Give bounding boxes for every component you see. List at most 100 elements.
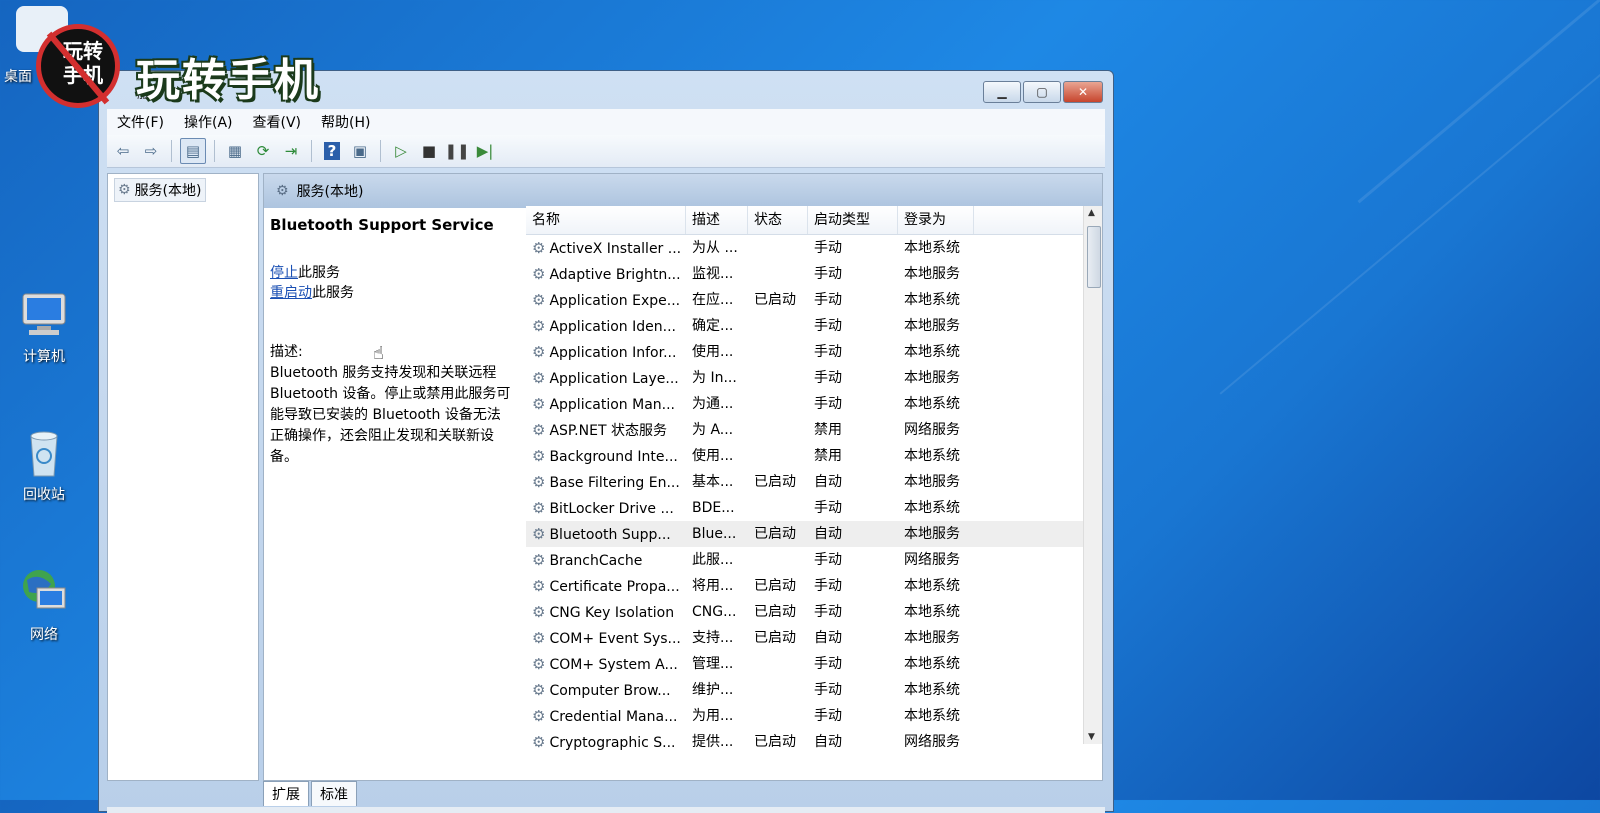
column-header-description[interactable]: 描述 bbox=[686, 206, 748, 234]
scroll-up-icon[interactable]: ▲ bbox=[1088, 208, 1095, 218]
service-name-cell: ⚙ BitLocker Drive ... bbox=[526, 495, 686, 521]
service-name: Bluetooth Support Service bbox=[270, 216, 494, 234]
table-row[interactable]: ⚙ Certificate Propa... 将用... 已启动 手动 本地系统 bbox=[526, 573, 1100, 599]
help-button[interactable]: ? bbox=[320, 139, 344, 163]
desktop-icon-network[interactable]: 网络 bbox=[4, 566, 84, 644]
show-tree-button[interactable]: ▤ bbox=[180, 138, 206, 164]
scroll-down-icon[interactable]: ▼ bbox=[1088, 732, 1095, 742]
table-row[interactable]: ⚙ Adaptive Brightn... 监视... 手动 本地服务 bbox=[526, 261, 1100, 287]
scroll-thumb[interactable] bbox=[1087, 226, 1101, 288]
table-row[interactable]: ⚙ Cryptographic S... 提供... 已启动 自动 网络服务 bbox=[526, 729, 1100, 755]
service-description-cell: 维护... bbox=[692, 682, 734, 698]
table-row[interactable]: ⚙ Base Filtering En... 基本... 已启动 自动 本地服务 bbox=[526, 469, 1100, 495]
menu-view[interactable]: 查看(V) bbox=[243, 112, 312, 132]
table-row[interactable]: ⚙ Background Inte... 使用... 禁用 本地系统 bbox=[526, 443, 1100, 469]
help-icon: ? bbox=[323, 142, 341, 160]
tree-item-services-local[interactable]: ⚙ 服务(本地) bbox=[114, 178, 206, 202]
gear-icon: ⚙ bbox=[532, 733, 546, 751]
start-service-button[interactable]: ▷ bbox=[389, 139, 413, 163]
window-controls: ▁ ▢ ✕ bbox=[983, 81, 1103, 103]
table-row[interactable]: ⚙ CNG Key Isolation CNG... 已启动 手动 本地系统 bbox=[526, 599, 1100, 625]
service-name-text: Computer Brow... bbox=[549, 683, 671, 699]
table-row[interactable]: ⚙ Bluetooth Supp... Blue... 已启动 自动 本地服务 bbox=[526, 521, 1100, 547]
restart-service-link[interactable]: 重启动 bbox=[270, 285, 312, 301]
service-description-cell: 为从 ... bbox=[692, 240, 738, 256]
service-logon-cell: 本地服务 bbox=[904, 474, 960, 490]
service-status-cell bbox=[748, 235, 808, 261]
service-status-cell: 已启动 bbox=[754, 526, 796, 542]
restart-service-button[interactable]: ▶| bbox=[473, 139, 497, 163]
view-icon: ▣ bbox=[352, 142, 368, 160]
table-row[interactable]: ⚙ ASP.NET 状态服务为 A... 禁用 网络服务 bbox=[526, 417, 1100, 443]
table-row[interactable]: ⚙ Credential Mana... 为用... 手动 本地系统 bbox=[526, 703, 1100, 729]
view-button[interactable]: ▣ bbox=[348, 139, 372, 163]
table-row[interactable]: ⚙ Application Infor... 使用... 手动 本地系统 bbox=[526, 339, 1100, 365]
service-name-cell: ⚙ Cryptographic S... bbox=[526, 729, 686, 755]
column-header-name[interactable]: 名称 bbox=[526, 206, 686, 234]
view-tabs: 扩展 标准 bbox=[263, 781, 359, 806]
watermark-logo: 玩转手机 bbox=[36, 24, 120, 108]
table-row[interactable]: ⚙ Application Laye... 为 In... 手动 本地服务 bbox=[526, 365, 1100, 391]
service-startup-cell: 手动 bbox=[814, 344, 842, 360]
column-header-log-on-as[interactable]: 登录为 bbox=[898, 206, 974, 234]
table-row[interactable]: ⚙ COM+ System A... 管理... 手动 本地系统 bbox=[526, 651, 1100, 677]
service-description-cell: 提供... bbox=[692, 734, 734, 750]
column-header-status[interactable]: 状态 bbox=[748, 206, 808, 234]
back-button[interactable]: ⇦ bbox=[111, 139, 135, 163]
service-name-cell: ⚙ Adaptive Brightn... bbox=[526, 261, 686, 287]
pane-header: ⚙ 服务(本地) bbox=[264, 174, 1102, 208]
table-row[interactable]: ⚙ BranchCache 此服... 手动 网络服务 bbox=[526, 547, 1100, 573]
service-name-cell: ⚙ Application Laye... bbox=[526, 365, 686, 391]
menu-action[interactable]: 操作(A) bbox=[174, 112, 243, 132]
table-row[interactable]: ⚙ Application Expe... 在应... 已启动 手动 本地系统 bbox=[526, 287, 1100, 313]
refresh-button[interactable]: ⟳ bbox=[251, 139, 275, 163]
forward-button[interactable]: ⇨ bbox=[139, 139, 163, 163]
table-row[interactable]: ⚙ BitLocker Drive ... BDE... 手动 本地系统 bbox=[526, 495, 1100, 521]
maximize-button[interactable]: ▢ bbox=[1023, 81, 1061, 103]
service-startup-cell: 自动 bbox=[814, 474, 842, 490]
service-logon-cell: 本地系统 bbox=[904, 578, 960, 594]
gear-icon: ⚙ bbox=[532, 603, 546, 621]
table-row[interactable]: ⚙ Application Man... 为通... 手动 本地系统 bbox=[526, 391, 1100, 417]
table-row[interactable]: ⚙ COM+ Event Sys... 支持... 已启动 自动 本地服务 bbox=[526, 625, 1100, 651]
service-description-cell: 为通... bbox=[692, 396, 734, 412]
service-description-cell: 支持... bbox=[692, 630, 734, 646]
gear-icon: ⚙ bbox=[532, 369, 546, 387]
gear-icon: ⚙ bbox=[118, 182, 131, 198]
table-row[interactable]: ⚙ ActiveX Installer ... 为从 ... 手动 本地系统 bbox=[526, 235, 1100, 261]
restart-icon: ▶| bbox=[476, 142, 494, 160]
service-status-cell bbox=[748, 547, 808, 573]
export-list-button[interactable]: ⇥ bbox=[279, 139, 303, 163]
service-description-cell: 在应... bbox=[692, 292, 734, 308]
desktop-icon-recycle-bin[interactable]: 回收站 bbox=[4, 426, 84, 504]
table-row[interactable]: ⚙ Computer Brow... 维护... 手动 本地系统 bbox=[526, 677, 1100, 703]
service-logon-cell: 本地服务 bbox=[904, 526, 960, 542]
service-name-cell: ⚙ ASP.NET 状态服务 bbox=[526, 417, 686, 443]
vertical-scrollbar[interactable]: ▲ ▼ bbox=[1083, 206, 1102, 744]
tab-standard[interactable]: 标准 bbox=[311, 781, 357, 806]
service-status-cell bbox=[748, 261, 808, 287]
properties-button[interactable]: ▦ bbox=[223, 139, 247, 163]
service-description-cell: 监视... bbox=[692, 266, 734, 282]
service-startup-cell: 手动 bbox=[814, 578, 842, 594]
service-name-text: ActiveX Installer ... bbox=[549, 241, 682, 257]
menu-file[interactable]: 文件(F) bbox=[107, 112, 174, 132]
column-header-startup-type[interactable]: 启动类型 bbox=[808, 206, 898, 234]
service-startup-cell: 手动 bbox=[814, 500, 842, 516]
gear-icon: ⚙ bbox=[532, 473, 546, 491]
service-description-cell: 为 A... bbox=[692, 422, 734, 438]
stop-service-link[interactable]: 停止 bbox=[270, 265, 298, 281]
service-name-cell: ⚙ Application Man... bbox=[526, 391, 686, 417]
menu-help[interactable]: 帮助(H) bbox=[311, 112, 380, 132]
minimize-button[interactable]: ▁ bbox=[983, 81, 1021, 103]
service-startup-cell: 手动 bbox=[814, 240, 842, 256]
tab-extended[interactable]: 扩展 bbox=[263, 781, 309, 806]
service-startup-cell: 手动 bbox=[814, 396, 842, 412]
desktop-icon-computer[interactable]: 计算机 bbox=[4, 288, 84, 366]
stop-service-button[interactable]: ■ bbox=[417, 139, 441, 163]
service-logon-cell: 本地服务 bbox=[904, 318, 960, 334]
pause-service-button[interactable]: ❚❚ bbox=[444, 139, 469, 163]
table-row[interactable]: ⚙ Application Iden... 确定... 手动 本地服务 bbox=[526, 313, 1100, 339]
close-button[interactable]: ✕ bbox=[1063, 81, 1103, 103]
wallpaper-streak bbox=[1357, 0, 1600, 204]
